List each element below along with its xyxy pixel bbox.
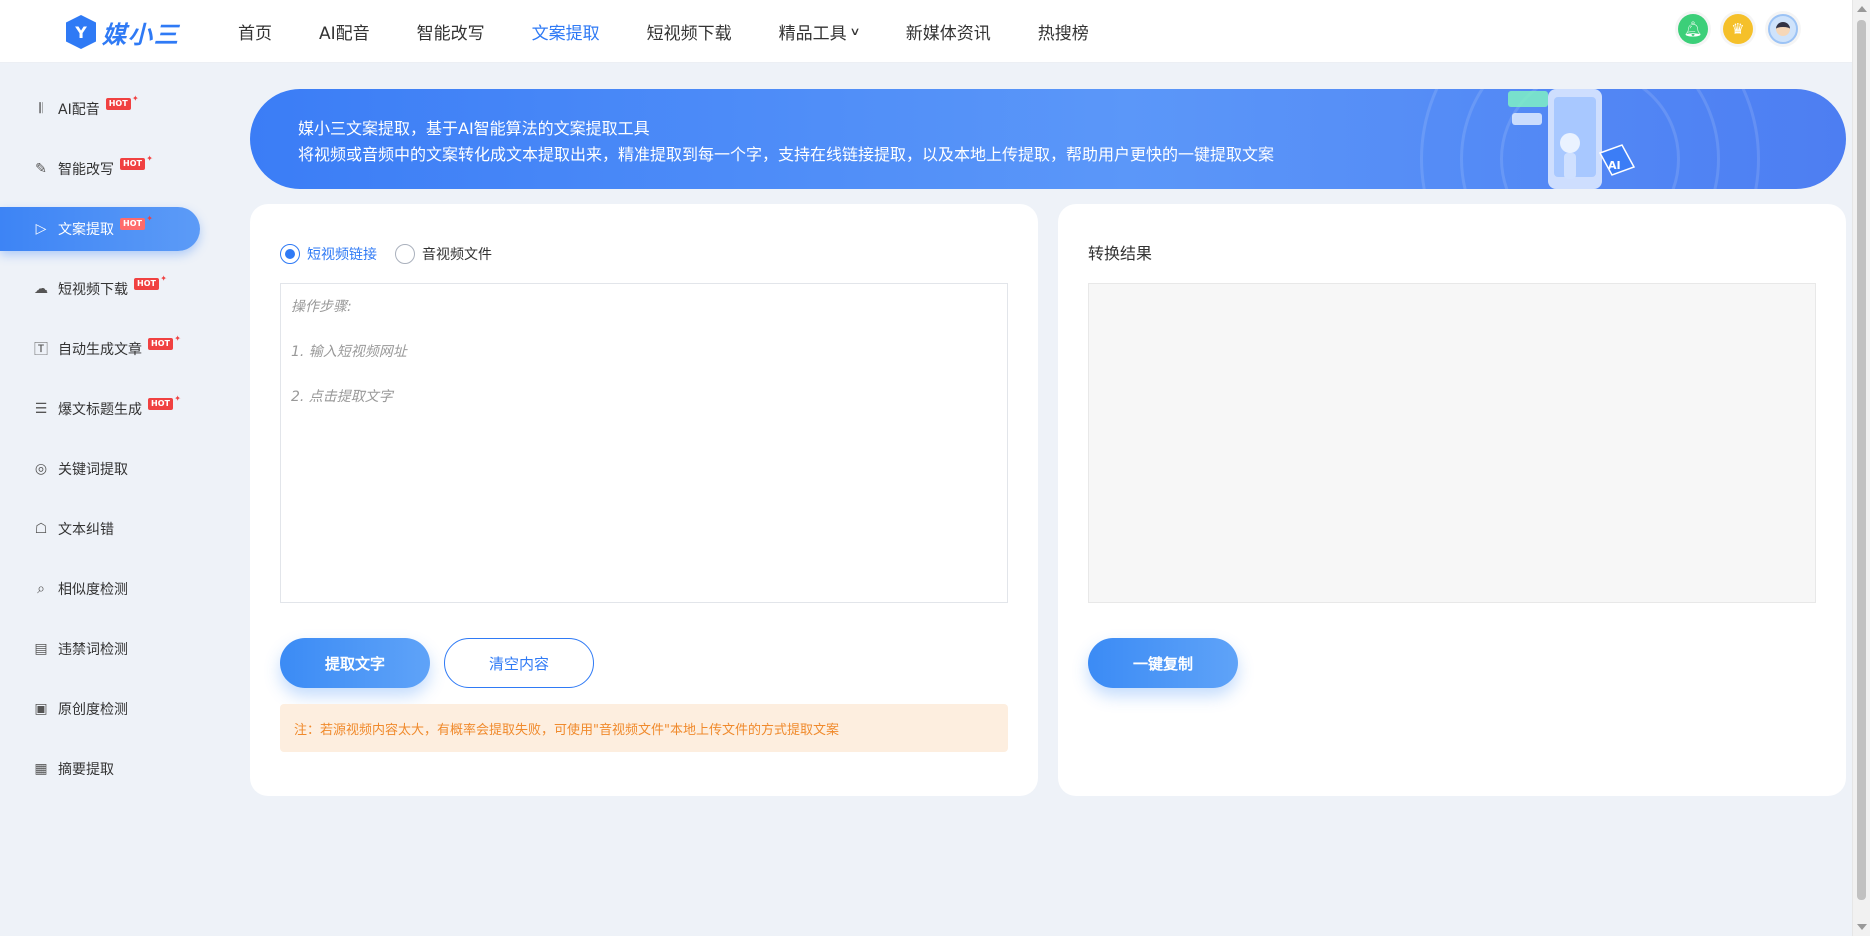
page-scrollbar[interactable] (1852, 0, 1870, 936)
main-nav: 首页 AI配音 智能改写 文案提取 短视频下载 精品工具 ∨ 新媒体资讯 热搜榜 (238, 0, 1136, 63)
nav-hot-search[interactable]: 热搜榜 (1038, 19, 1089, 44)
phone-ai-illustration-icon: AI (1508, 89, 1636, 189)
sidebar-item-originality-check[interactable]: ▣ 原创度检测 (0, 687, 200, 731)
target-icon: ◎ (34, 461, 48, 477)
magnifier-icon: ⌕ (37, 581, 45, 597)
chevron-down-icon: ∨ (849, 25, 861, 38)
sidebar-item-label: 关键词提取 (58, 462, 128, 478)
cloud-download-icon: ☁ (34, 281, 48, 297)
sidebar-item-smart-rewrite[interactable]: ✎ 智能改写 HOT (0, 147, 200, 191)
banner-title: 媒小三文案提取，基于AI智能算法的文案提取工具 (298, 119, 650, 138)
video-link-textarea[interactable]: 操作步骤: 1. 输入短视频网址 2. 点击提取文字 (280, 283, 1008, 603)
sidebar-item-label: 违禁词检测 (58, 642, 128, 658)
avatar-face-icon (1776, 22, 1790, 36)
extract-input-card: 短视频链接 音视频文件 操作步骤: 1. 输入短视频网址 2. 点击提取文字 提… (250, 204, 1038, 796)
nav-home[interactable]: 首页 (238, 19, 272, 44)
nav-label: 热搜榜 (1037, 24, 1089, 44)
radio-label: 短视频链接 (307, 247, 377, 263)
nav-label: 智能改写 (416, 24, 485, 44)
nav-label: 文案提取 (531, 24, 600, 44)
hot-badge: HOT (120, 214, 153, 230)
result-card: 转换结果 一键复制 (1058, 204, 1846, 796)
nav-video-download[interactable]: 短视频下载 (647, 19, 732, 44)
sidebar-item-banned-words[interactable]: ▤ 违禁词检测 (0, 627, 200, 671)
nav-premium-tools[interactable]: 精品工具 ∨ (778, 19, 861, 44)
avatar[interactable] (1768, 14, 1798, 44)
nav-smart-rewrite[interactable]: 智能改写 (417, 19, 485, 44)
sidebar-item-label: AI配音 (58, 102, 100, 118)
sidebar-item-label: 相似度检测 (58, 582, 128, 598)
top-navbar: Y 媒小三 首页 AI配音 智能改写 文案提取 短视频下载 精品工具 ∨ 新媒体资… (0, 0, 1852, 63)
radio-media-file[interactable]: 音视频文件 (395, 244, 492, 264)
result-textarea[interactable] (1088, 283, 1816, 603)
title-lines-icon: ☰ (34, 401, 48, 417)
crown-icon[interactable]: ♛ (1723, 14, 1753, 44)
banner-description: 将视频或音频中的文案转化成文本提取出来，精准提取到每一个字，支持在线链接提取，以… (298, 145, 1275, 164)
nav-media-news[interactable]: 新媒体资讯 (906, 19, 991, 44)
result-title: 转换结果 (1088, 244, 1153, 263)
sidebar-item-label: 摘要提取 (58, 762, 114, 778)
robot-icon: ☖ (34, 521, 48, 537)
sidebar-item-label: 文案提取 (58, 222, 114, 238)
radio-label: 音视频文件 (422, 247, 492, 263)
sidebar-item-label: 自动生成文章 (58, 342, 142, 358)
nav-label: 短视频下载 (646, 24, 732, 44)
scroll-up-arrow-icon[interactable] (1857, 6, 1867, 12)
sidebar-item-label: 智能改写 (58, 162, 114, 178)
nav-label: 首页 (238, 24, 272, 44)
sidebar-item-text-correction[interactable]: ☖ 文本纠错 (0, 507, 200, 551)
sidebar-item-auto-article[interactable]: 🅃 自动生成文章 HOT (0, 327, 200, 371)
extract-text-button[interactable]: 提取文字 (280, 638, 430, 688)
nav-label: 新媒体资讯 (905, 24, 991, 44)
audio-wave-icon: 𝄃 (39, 101, 43, 117)
sidebar: 𝄃 AI配音 HOT ✎ 智能改写 HOT ▷ 文案提取 HOT ☁ 短视频下载… (0, 87, 210, 807)
logo-text: 媒小三 (102, 20, 180, 49)
nav-copy-extract[interactable]: 文案提取 (532, 19, 600, 44)
hot-badge: HOT (148, 394, 181, 410)
top-icons: 🔔︎ ♛ (1678, 14, 1798, 44)
copy-all-button[interactable]: 一键复制 (1088, 638, 1238, 688)
scroll-down-arrow-icon[interactable] (1857, 924, 1867, 930)
radio-checked-icon (280, 244, 300, 264)
sidebar-item-keyword-extract[interactable]: ◎ 关键词提取 (0, 447, 200, 491)
logo-mark-icon: Y (66, 15, 96, 49)
sidebar-item-label: 短视频下载 (58, 282, 128, 298)
sidebar-item-copy-extract[interactable]: ▷ 文案提取 HOT (0, 207, 200, 251)
sidebar-item-ai-dubbing[interactable]: 𝄃 AI配音 HOT (0, 87, 200, 131)
doc-check-icon: ▤ (34, 641, 48, 657)
sidebar-item-video-download[interactable]: ☁ 短视频下载 HOT (0, 267, 200, 311)
sidebar-item-label: 文本纠错 (58, 522, 114, 538)
hero-banner: 媒小三文案提取，基于AI智能算法的文案提取工具 将视频或音频中的文案转化成文本提… (250, 89, 1846, 189)
video-play-icon: ▷ (35, 221, 47, 237)
sidebar-item-label: 爆文标题生成 (58, 402, 142, 418)
source-type-radio-group: 短视频链接 音视频文件 (280, 244, 510, 264)
scroll-thumb[interactable] (1857, 20, 1866, 900)
logo[interactable]: Y 媒小三 (66, 14, 180, 50)
hot-badge: HOT (120, 154, 153, 170)
hot-badge: HOT (134, 274, 167, 290)
radio-video-link[interactable]: 短视频链接 (280, 244, 377, 264)
clear-content-button[interactable]: 清空内容 (444, 638, 594, 688)
sidebar-item-title-generator[interactable]: ☰ 爆文标题生成 HOT (0, 387, 200, 431)
radio-unchecked-icon (395, 244, 415, 264)
doc-search-icon: ▣ (34, 701, 48, 717)
nav-ai-dubbing[interactable]: AI配音 (319, 19, 370, 44)
summary-icon: ▦ (34, 761, 48, 777)
bell-icon[interactable]: 🔔︎ (1678, 14, 1708, 44)
text-t-icon: 🅃 (34, 342, 48, 358)
edit-icon: ✎ (35, 161, 47, 177)
nav-label: 精品工具 (778, 24, 847, 44)
hot-badge: HOT (148, 334, 181, 350)
hot-badge: HOT (105, 94, 139, 110)
svg-text:AI: AI (1608, 159, 1621, 172)
sidebar-item-similarity-check[interactable]: ⌕ 相似度检测 (0, 567, 200, 611)
sidebar-item-summary-extract[interactable]: ▦ 摘要提取 (0, 747, 200, 791)
sidebar-item-label: 原创度检测 (58, 702, 128, 718)
nav-label: AI配音 (319, 24, 370, 44)
warning-note: 注：若源视频内容太大，有概率会提取失败，可使用"音视频文件"本地上传文件的方式提… (280, 704, 1008, 752)
